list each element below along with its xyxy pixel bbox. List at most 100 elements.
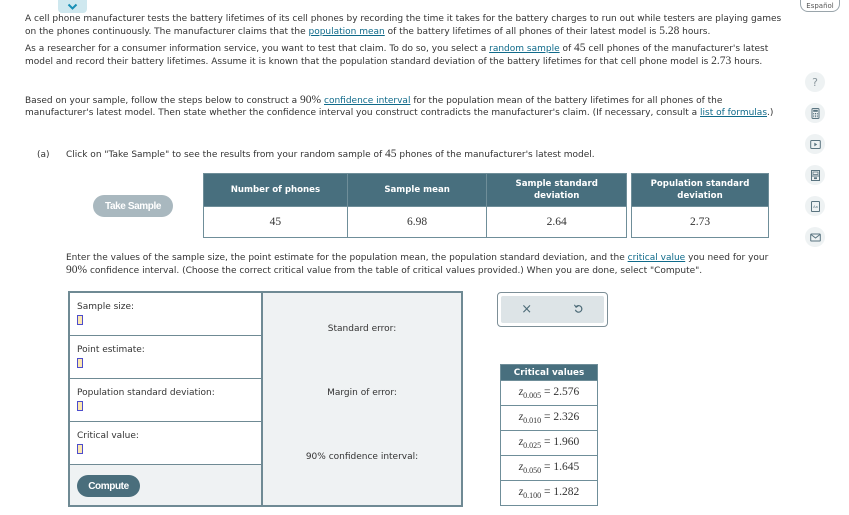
confidence-interval-link[interactable]: confidence interval [324, 96, 410, 106]
text: Enter the values of the sample size, the… [66, 253, 628, 263]
text: hours. [679, 26, 711, 37]
field-label: Critical value: [77, 431, 139, 441]
help-button[interactable]: ? [805, 72, 825, 92]
text: As a researcher for a consumer informati… [25, 44, 490, 54]
critical-value-row: z0.010 = 2.326 [500, 405, 598, 431]
z-value: 2.326 [553, 411, 580, 423]
enter-values-instructions: Enter the values of the sample size, the… [66, 253, 786, 277]
population-sd-input[interactable] [77, 401, 83, 411]
header-sample-sd: Sample standard deviation [486, 173, 627, 207]
text: of the battery lifetimes of all phones o… [384, 26, 660, 37]
critical-value-row: z0.025 = 1.960 [500, 430, 598, 456]
sample-size-input[interactable] [77, 315, 83, 325]
population-mean-link[interactable]: population mean [308, 27, 384, 37]
list-of-formulas-link[interactable]: list of formulas [700, 108, 767, 118]
dictionary-icon: Aa [810, 200, 820, 212]
critical-value-field: Critical value: [70, 422, 261, 465]
header-number-of-phones: Number of phones [203, 173, 348, 207]
header-population-sd: Population standard deviation [631, 173, 769, 207]
field-label: Sample size: [77, 302, 135, 312]
input-column: Sample size: Point estimate: Population … [70, 293, 263, 505]
critical-values-table: Critical values z0.005 = 2.576 z0.010 = … [500, 364, 598, 506]
critical-value-row: z0.050 = 1.645 [500, 455, 598, 481]
text: Based on your sample, follow the steps b… [25, 96, 301, 106]
table-row: z0.050 = 1.645 [500, 455, 598, 481]
sample-count: 45 [385, 148, 397, 160]
critical-value-input[interactable] [77, 444, 83, 454]
population-sd-field: Population standard deviation: [70, 379, 261, 422]
confidence-interval-form: Sample size: Point estimate: Population … [68, 291, 463, 507]
critical-value-link[interactable]: critical value [628, 253, 686, 263]
field-label: Point estimate: [77, 345, 145, 355]
critical-values-title: Critical values [500, 364, 598, 381]
sample-mean-value: 6.98 [346, 206, 488, 238]
table-header-row: Number of phones Sample mean Sample stan… [203, 173, 627, 207]
sample-size-value: 45 [574, 42, 586, 54]
alpha: 0.025 [523, 441, 542, 450]
dictionary-button[interactable]: Aa [805, 196, 825, 216]
sample-sd-value: 2.64 [486, 206, 627, 238]
claimed-mean: 5.28 [659, 24, 680, 37]
population-sd-value: 2.73 [711, 54, 732, 67]
text: Click on "Take Sample" to see the result… [66, 150, 386, 160]
calculator-icon [811, 107, 819, 119]
table-row: z0.100 = 1.282 [500, 480, 598, 506]
alpha: 0.050 [523, 466, 542, 475]
text: confidence interval. (Choose the correct… [87, 265, 703, 276]
critical-value-row: z0.100 = 1.282 [500, 480, 598, 506]
z-value: 1.282 [553, 486, 580, 498]
text: of [559, 44, 575, 54]
answer-actions: × [497, 292, 608, 327]
undo-icon [573, 304, 583, 313]
collapse-toggle[interactable] [58, 0, 87, 13]
help-icon: ? [812, 75, 818, 89]
intro-paragraph-2: As a researcher for a consumer informati… [25, 42, 795, 69]
take-sample-button[interactable]: Take Sample [93, 195, 173, 217]
alpha: 0.010 [523, 416, 542, 425]
video-icon [809, 139, 821, 149]
critical-value-row: z0.005 = 2.576 [500, 380, 598, 406]
data-table-icon [810, 169, 820, 181]
clear-button[interactable]: × [521, 302, 532, 317]
confidence-level: 90% [66, 263, 88, 276]
mail-icon [809, 233, 821, 241]
table-header-row: Population standard deviation [631, 173, 769, 207]
alpha: 0.100 [523, 491, 542, 500]
language-toggle-button[interactable]: Español [800, 0, 840, 12]
z-value: 1.645 [553, 461, 580, 473]
point-estimate-input[interactable] [77, 358, 83, 368]
confidence-level: 90% [300, 94, 322, 106]
table-row: z0.025 = 1.960 [500, 430, 598, 456]
svg-text:Aa: Aa [813, 205, 818, 209]
sample-size-field: Sample size: [70, 293, 261, 336]
table-row: 2.73 [631, 206, 769, 238]
alpha: 0.005 [523, 391, 542, 400]
field-label: Population standard deviation: [77, 388, 215, 398]
text: hours. [731, 56, 763, 67]
margin-of-error-label: Margin of error: [327, 388, 397, 398]
sample-results-table: Number of phones Sample mean Sample stan… [203, 173, 627, 238]
text: you need for your [685, 253, 769, 263]
video-button[interactable] [805, 134, 825, 154]
random-sample-link[interactable]: random sample [489, 44, 560, 54]
instructions-paragraph: Based on your sample, follow the steps b… [25, 94, 785, 120]
compute-area: Compute [70, 465, 261, 505]
calculator-button[interactable] [805, 103, 825, 123]
confidence-interval-label: 90% confidence interval: [305, 452, 419, 462]
number-of-phones-value: 45 [203, 206, 348, 238]
part-a-prompt: (a) Click on "Take Sample" to see the res… [37, 148, 595, 160]
intro-paragraph-1: A cell phone manufacturer tests the batt… [25, 14, 795, 39]
table-row: z0.010 = 2.326 [500, 405, 598, 431]
chevron-down-icon [67, 3, 78, 10]
table-header-row: Critical values [500, 364, 598, 381]
table-row: z0.005 = 2.576 [500, 380, 598, 406]
data-button[interactable] [805, 165, 825, 185]
population-sd-cell: 2.73 [631, 206, 769, 238]
standard-error-label: Standard error: [327, 324, 397, 334]
z-value: 2.576 [553, 386, 580, 398]
compute-button[interactable]: Compute [77, 475, 140, 497]
message-button[interactable] [805, 227, 825, 247]
undo-button[interactable] [573, 303, 584, 317]
text: phones of the manufacturer's latest mode… [396, 150, 595, 160]
table-row: 45 6.98 2.64 [203, 206, 627, 238]
